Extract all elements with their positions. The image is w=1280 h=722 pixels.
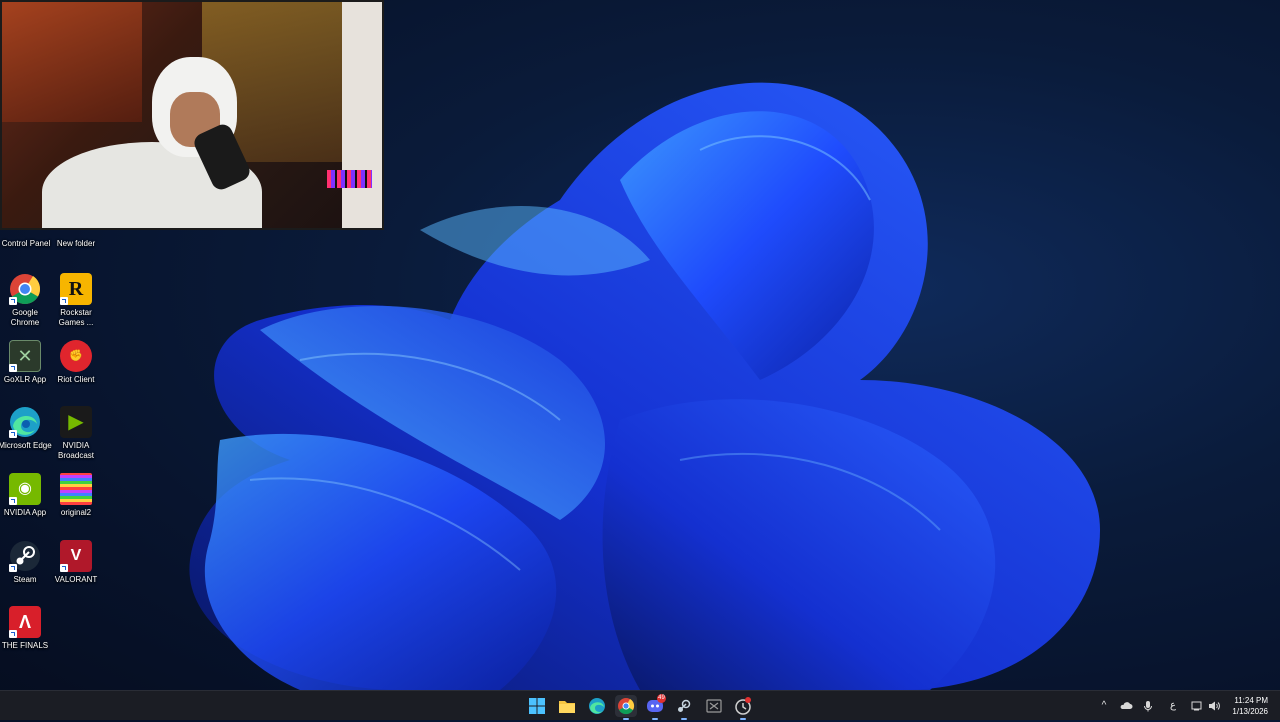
- shortcut-arrow-icon: [60, 564, 68, 572]
- taskbar-file-explorer[interactable]: [556, 695, 578, 717]
- desktop-icon-goxlr-app[interactable]: ✕ GoXLR App: [0, 340, 50, 406]
- steam-icon: [678, 699, 691, 712]
- shortcut-arrow-icon: [9, 430, 17, 438]
- taskbar: 49 ^ ع 11:24 PM 1/13/2026: [0, 690, 1280, 720]
- desktop-icon-new-folder[interactable]: New folder: [50, 239, 102, 249]
- shortcut-arrow-icon: [9, 364, 17, 372]
- shortcut-arrow-icon: [60, 297, 68, 305]
- start-icon: [529, 698, 545, 714]
- desktop-icon-original2[interactable]: original2: [51, 473, 101, 539]
- icon-label: VALORANT: [54, 575, 98, 584]
- chrome-icon: [618, 698, 635, 715]
- icon-label: NVIDIA App: [3, 508, 47, 517]
- riot-icon: ✊: [60, 340, 92, 372]
- image-file-icon: [60, 473, 92, 505]
- desktop-icon-riot-client[interactable]: ✊ Riot Client: [51, 340, 101, 406]
- icon-label: Riot Client: [57, 375, 95, 384]
- desktop-icon-steam[interactable]: Steam: [0, 540, 50, 606]
- desktop-icon-nvidia-broadcast[interactable]: ▶ NVIDIA Broadcast: [51, 406, 101, 472]
- icon-label: GoXLR App: [3, 375, 47, 384]
- icon-label: Google Chrome: [10, 308, 40, 327]
- shortcut-arrow-icon: [9, 297, 17, 305]
- wall: [342, 2, 382, 228]
- taskbar-edge[interactable]: [586, 695, 608, 717]
- icon-label: THE FINALS: [1, 641, 49, 650]
- goxlr-icon: [706, 699, 722, 713]
- taskbar-discord[interactable]: 49: [644, 694, 666, 720]
- led-controller: [327, 170, 372, 188]
- discord-notification-badge: 49: [657, 694, 666, 703]
- clock-time: 11:24 PM: [1234, 696, 1268, 705]
- taskbar-riot-client[interactable]: [732, 695, 754, 720]
- shortcut-arrow-icon: [9, 497, 17, 505]
- desktop-icon-nvidia-app[interactable]: ◉ NVIDIA App: [0, 473, 50, 539]
- riot-icon: [735, 697, 751, 715]
- start-button[interactable]: [526, 695, 548, 717]
- icon-label: Steam: [13, 575, 37, 584]
- file-explorer-icon: [559, 701, 575, 713]
- desktop-icon-valorant[interactable]: V VALORANT: [51, 540, 101, 606]
- webcam-overlay: [0, 0, 384, 230]
- desktop-icon-the-finals[interactable]: Λ THE FINALS: [0, 606, 50, 672]
- taskbar-clock[interactable]: 11:24 PM 1/13/2026: [1208, 695, 1268, 717]
- network-icon[interactable]: [1190, 699, 1204, 713]
- taskbar-goxlr[interactable]: [703, 695, 725, 717]
- taskbar-steam[interactable]: [673, 695, 695, 720]
- desktop-icon-rockstar-games[interactable]: R Rockstar Games ...: [51, 273, 101, 339]
- shortcut-arrow-icon: [9, 630, 17, 638]
- icon-label: Microsoft Edge: [0, 441, 52, 450]
- show-hidden-icons-chevron-icon[interactable]: ^: [1097, 699, 1111, 713]
- microphone-icon[interactable]: [1141, 699, 1155, 713]
- clock-date: 1/13/2026: [1232, 707, 1268, 716]
- desktop-icon-microsoft-edge[interactable]: Microsoft Edge: [0, 406, 52, 472]
- desktop-icon-google-chrome[interactable]: Google Chrome: [0, 273, 50, 339]
- shortcut-arrow-icon: [9, 564, 17, 572]
- input-language-indicator[interactable]: ع: [1166, 699, 1180, 713]
- icon-label: NVIDIA Broadcast: [57, 441, 95, 460]
- tiger-poster: [2, 2, 142, 122]
- edge-icon: [589, 698, 605, 714]
- icon-label: Rockstar Games ...: [58, 308, 94, 327]
- desktop-icon-control-panel[interactable]: Control Panel: [0, 239, 52, 249]
- icon-label: original2: [60, 508, 92, 517]
- onedrive-cloud-icon[interactable]: [1119, 699, 1133, 713]
- taskbar-chrome[interactable]: [615, 695, 637, 720]
- nvidia-broadcast-icon: ▶: [60, 406, 92, 438]
